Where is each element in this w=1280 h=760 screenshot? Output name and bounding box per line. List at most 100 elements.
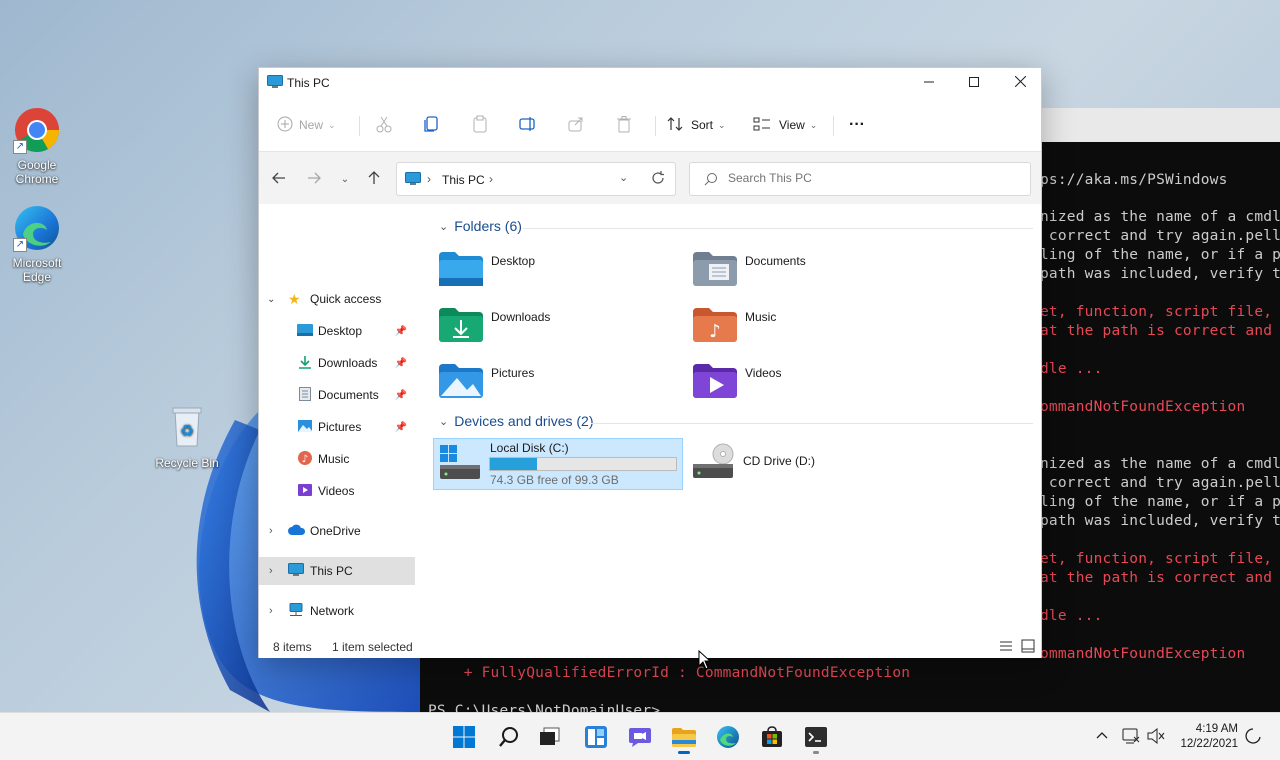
- drives-group-header[interactable]: ⌄ Devices and drives (2): [439, 413, 594, 429]
- tiles-view-icon[interactable]: [1021, 639, 1035, 656]
- chat-button[interactable]: [621, 721, 659, 755]
- task-view-icon: [539, 727, 561, 750]
- downloads-icon: [298, 355, 312, 372]
- network-status-icon[interactable]: [1122, 727, 1140, 748]
- nav-item-pictures[interactable]: Pictures 📌: [259, 413, 415, 441]
- drive-tile-c[interactable]: Local Disk (C:) 74.3 GB free of 99.3 GB: [433, 438, 683, 490]
- terminal-line: + FullyQualifiedErrorId : CommandNotFoun…: [428, 665, 911, 681]
- chevron-right-icon[interactable]: ›: [489, 172, 493, 186]
- nav-item-music[interactable]: ♪ Music: [259, 445, 415, 473]
- taskbar-search-button[interactable]: [490, 721, 528, 755]
- chevron-right-icon[interactable]: ›: [269, 605, 273, 617]
- nav-item-documents[interactable]: Documents 📌: [259, 381, 415, 409]
- maximize-icon: [969, 76, 979, 90]
- nav-item-network[interactable]: › Network: [259, 597, 415, 625]
- folder-label: Documents: [745, 254, 806, 268]
- terminal-line: ommandNotFoundException: [1040, 399, 1246, 415]
- folder-tile-desktop[interactable]: Desktop: [435, 244, 685, 296]
- minimize-button[interactable]: [906, 68, 952, 98]
- close-button[interactable]: [997, 68, 1043, 98]
- folder-tile-videos[interactable]: Videos: [689, 356, 939, 408]
- drive-tile-d[interactable]: CD Drive (D:): [687, 438, 937, 490]
- edge-taskbar-button[interactable]: [709, 721, 747, 755]
- drive-label: CD Drive (D:): [743, 454, 815, 468]
- nav-quick-access[interactable]: ⌄ ★ Quick access: [259, 285, 415, 313]
- desktop-icon-recycle-bin[interactable]: ♻ Recycle Bin: [150, 404, 224, 470]
- start-button[interactable]: [445, 721, 483, 755]
- refresh-icon[interactable]: [651, 171, 665, 188]
- view-button[interactable]: View ⌄: [753, 110, 817, 140]
- pin-icon: 📌: [394, 357, 407, 369]
- navigation-pane: ⌄ ★ Quick access Desktop 📌 Downloads 📌 D…: [259, 204, 415, 634]
- terminal-taskbar-button[interactable]: [797, 721, 835, 755]
- clock-time: 4:19 AM: [1195, 723, 1238, 735]
- view-icon: [753, 117, 771, 134]
- chevron-down-icon: ⌄: [328, 119, 336, 130]
- folder-tile-documents[interactable]: Documents: [689, 244, 939, 296]
- terminal-line: ps://aka.ms/PSWindows: [1040, 172, 1228, 188]
- share-button[interactable]: [567, 110, 585, 140]
- chevron-down-icon[interactable]: ⌄: [267, 294, 275, 305]
- paste-button[interactable]: [471, 110, 489, 140]
- widgets-button[interactable]: [577, 721, 615, 755]
- share-icon: [567, 115, 585, 136]
- details-view-icon[interactable]: [999, 639, 1013, 656]
- copy-button[interactable]: [423, 110, 441, 140]
- copy-icon: [423, 115, 441, 136]
- this-pc-icon: [288, 562, 304, 580]
- volume-icon[interactable]: [1147, 727, 1165, 747]
- notification-icon[interactable]: [1245, 728, 1261, 749]
- more-options-button[interactable]: ···: [849, 110, 865, 140]
- arrow-up-icon: [367, 170, 381, 188]
- nav-label: Music: [318, 452, 350, 466]
- nav-item-this-pc[interactable]: › This PC: [259, 557, 415, 585]
- recent-locations-button[interactable]: ⌄: [333, 168, 357, 190]
- new-button[interactable]: New ⌄: [277, 110, 336, 140]
- windows-logo-icon: [452, 725, 476, 752]
- desktop-icon-chrome[interactable]: ↗ Google Chrome: [0, 106, 74, 186]
- breadcrumb-this-pc[interactable]: This PC: [442, 173, 485, 187]
- terminal-line: dle ...: [1040, 608, 1103, 624]
- nav-item-downloads[interactable]: Downloads 📌: [259, 349, 415, 377]
- folder-label: Music: [745, 310, 777, 324]
- chevron-down-icon[interactable]: ⌄: [619, 171, 628, 184]
- nav-item-desktop[interactable]: Desktop 📌: [259, 317, 415, 345]
- sort-button[interactable]: Sort ⌄: [667, 110, 726, 140]
- maximize-button[interactable]: [951, 68, 997, 98]
- store-taskbar-button[interactable]: [753, 721, 791, 755]
- edge-icon: [716, 725, 740, 752]
- chevron-right-icon[interactable]: ›: [269, 565, 273, 577]
- up-button[interactable]: [362, 168, 386, 190]
- address-row: ⌄ › This PC › ⌄: [259, 152, 1041, 204]
- chevron-down-icon: ⌄: [439, 220, 449, 233]
- system-clock[interactable]: 4:19 AM 12/22/2021: [1180, 722, 1238, 752]
- cut-button[interactable]: [375, 110, 393, 140]
- network-icon: [288, 602, 304, 620]
- folder-tile-music[interactable]: ♪ Music: [689, 300, 939, 352]
- folder-tile-downloads[interactable]: Downloads: [435, 300, 685, 352]
- file-explorer-icon: [671, 726, 697, 751]
- forward-button[interactable]: [302, 168, 326, 190]
- nav-label: Videos: [318, 484, 355, 498]
- folders-group-header[interactable]: ⌄ Folders (6): [439, 218, 522, 234]
- desktop-icon-edge[interactable]: ↗ Microsoft Edge: [0, 204, 74, 284]
- search-input[interactable]: [728, 171, 1018, 185]
- rename-button[interactable]: [519, 110, 537, 140]
- file-explorer-window[interactable]: This PC New ⌄ Sort ⌄ View ⌄ ··· ⌄ › This…: [258, 67, 1042, 658]
- search-box[interactable]: [689, 162, 1031, 196]
- chevron-right-icon[interactable]: ›: [269, 525, 273, 537]
- file-explorer-taskbar-button[interactable]: [665, 721, 703, 755]
- task-view-button[interactable]: [531, 721, 569, 755]
- title-bar[interactable]: This PC: [259, 68, 1041, 98]
- folder-tile-pictures[interactable]: Pictures: [435, 356, 685, 408]
- nav-item-onedrive[interactable]: › OneDrive: [259, 517, 415, 545]
- cd-drive-icon: [691, 442, 735, 485]
- address-bar[interactable]: › This PC › ⌄: [396, 162, 676, 196]
- chevron-up-icon[interactable]: [1096, 728, 1108, 742]
- more-icon: ···: [849, 116, 865, 133]
- nav-item-videos[interactable]: Videos: [259, 477, 415, 505]
- delete-button[interactable]: [615, 110, 633, 140]
- terminal-line: correct and try again.pell: [1040, 475, 1280, 491]
- desktop-icon-label: Microsoft Edge: [12, 256, 62, 284]
- back-button[interactable]: [267, 168, 291, 190]
